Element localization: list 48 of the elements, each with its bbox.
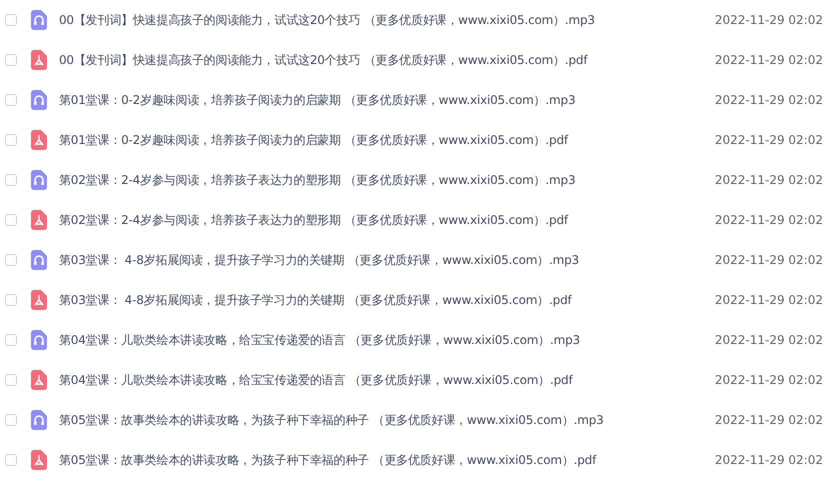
modified-date: 2022-11-29 02:02 xyxy=(714,333,823,347)
checkbox[interactable] xyxy=(5,454,17,466)
pdf-icon xyxy=(31,370,47,390)
modified-date: 2022-11-29 02:02 xyxy=(714,133,823,147)
file-name[interactable]: 第01堂课：0-2岁趣味阅读，培养孩子阅读力的启蒙期 （更多优质好课，www.xixi05.com）.mp3 xyxy=(59,92,707,108)
modified-date: 2022-11-29 02:02 xyxy=(714,453,823,467)
checkbox[interactable] xyxy=(5,134,17,146)
headphones-icon xyxy=(31,170,47,190)
file-name[interactable]: 第03堂课： 4-8岁拓展阅读，提升孩子学习力的关键期 （更多优质好课，www.xixi05.com）.mp3 xyxy=(59,252,707,268)
checkbox[interactable] xyxy=(5,254,17,266)
file-name[interactable]: 第04堂课：儿歌类绘本讲读攻略，给宝宝传递爱的语言 （更多优质好课，www.xixi05.com）.mp3 xyxy=(59,332,707,348)
modified-date: 2022-11-29 02:02 xyxy=(714,253,823,267)
modified-date: 2022-11-29 02:02 xyxy=(714,13,823,27)
checkbox[interactable] xyxy=(5,294,17,306)
headphones-icon xyxy=(31,330,47,350)
headphones-icon xyxy=(31,410,47,430)
file-name[interactable]: 第04堂课：儿歌类绘本讲读攻略，给宝宝传递爱的语言 （更多优质好课，www.xixi05.com）.pdf xyxy=(59,372,707,388)
modified-date: 2022-11-29 02:02 xyxy=(714,53,823,67)
modified-date: 2022-11-29 02:02 xyxy=(714,373,823,387)
modified-date: 2022-11-29 02:02 xyxy=(714,413,823,427)
modified-date: 2022-11-29 02:02 xyxy=(714,213,823,227)
file-name[interactable]: 第02堂课：2-4岁参与阅读，培养孩子表达力的塑形期 （更多优质好课，www.xixi05.com）.mp3 xyxy=(59,172,707,188)
pdf-icon xyxy=(31,50,47,70)
file-name[interactable]: 第02堂课：2-4岁参与阅读，培养孩子表达力的塑形期 （更多优质好课，www.xixi05.com）.pdf xyxy=(59,212,707,228)
file-name[interactable]: 00【发刊词】快速提高孩子的阅读能力，试试这20个技巧 （更多优质好课，www.xixi05.com）.pdf xyxy=(59,52,707,68)
checkbox[interactable] xyxy=(5,214,17,226)
file-name[interactable]: 第03堂课： 4-8岁拓展阅读，提升孩子学习力的关键期 （更多优质好课，www.xixi05.com）.pdf xyxy=(59,292,707,308)
checkbox[interactable] xyxy=(5,374,17,386)
pdf-icon xyxy=(31,210,47,230)
modified-date: 2022-11-29 02:02 xyxy=(714,93,823,107)
pdf-icon xyxy=(31,130,47,150)
headphones-icon xyxy=(31,10,47,30)
file-name[interactable]: 第01堂课：0-2岁趣味阅读，培养孩子阅读力的启蒙期 （更多优质好课，www.xixi05.com）.pdf xyxy=(59,132,707,148)
checkbox[interactable] xyxy=(5,334,17,346)
pdf-icon xyxy=(31,450,47,470)
file-name[interactable]: 00【发刊词】快速提高孩子的阅读能力，试试这20个技巧 （更多优质好课，www.xixi05.com）.mp3 xyxy=(59,12,707,28)
headphones-icon xyxy=(31,250,47,270)
headphones-icon xyxy=(31,90,47,110)
checkbox[interactable] xyxy=(5,94,17,106)
file-name[interactable]: 第05堂课：故事类绘本的讲读攻略，为孩子种下幸福的种子 （更多优质好课，www.xixi05.com）.mp3 xyxy=(59,412,707,428)
checkbox[interactable] xyxy=(5,414,17,426)
pdf-icon xyxy=(31,290,47,310)
checkbox[interactable] xyxy=(5,14,17,26)
modified-date: 2022-11-29 02:02 xyxy=(714,293,823,307)
checkbox[interactable] xyxy=(5,174,17,186)
modified-date: 2022-11-29 02:02 xyxy=(714,173,823,187)
checkbox[interactable] xyxy=(5,54,17,66)
file-name[interactable]: 第05堂课：故事类绘本的讲读攻略，为孩子种下幸福的种子 （更多优质好课，www.xixi05.com）.pdf xyxy=(59,452,707,468)
